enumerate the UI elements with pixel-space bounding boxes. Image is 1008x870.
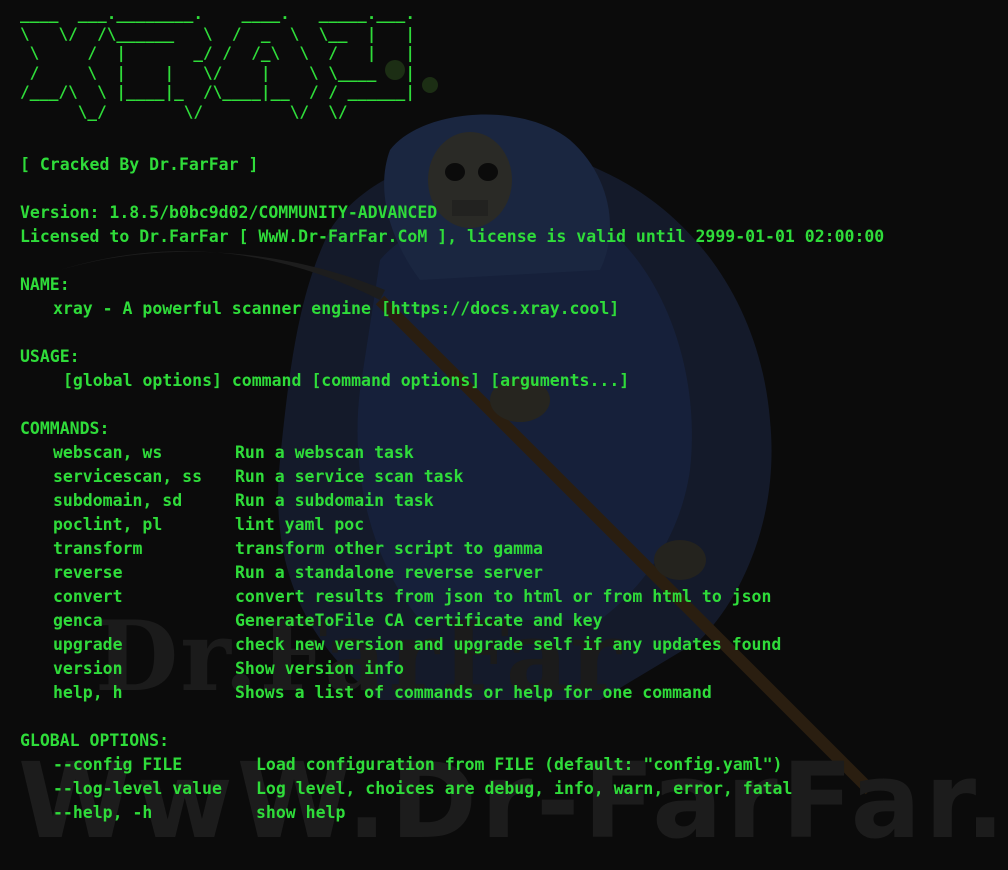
command-name: version [53,659,123,678]
command-desc: convert results from json to html or fro… [235,587,772,606]
command-row: reverse Run a standalone reverse server [20,561,884,585]
crack-note: [ Cracked By Dr.FarFar ] [20,155,259,174]
command-row: servicescan, ss Run a service scan task [20,465,884,489]
option-desc: show help [256,803,346,822]
command-name: genca [53,611,103,630]
option-name: --help, -h [53,803,153,822]
command-desc: Show version info [235,659,404,678]
command-row: transform transform other script to gamm… [20,537,884,561]
license-line: Licensed to Dr.FarFar [ WwW.Dr-FarFar.Co… [20,227,885,246]
command-name: convert [53,587,123,606]
usage-text: [global options] command [command option… [63,371,630,390]
command-desc: Run a subdomain task [235,491,434,510]
option-desc: Load configuration from FILE (default: "… [256,755,783,774]
ascii-logo: ____ ___.________. ____. _____.___. \ \/… [20,4,415,121]
terminal-output: ____ ___.________. ____. _____.___. \ \/… [20,4,884,825]
version-line: Version: 1.8.5/b0bc9d02/COMMUNITY-ADVANC… [20,203,438,222]
command-row: webscan, ws Run a webscan task [20,441,884,465]
command-desc: Run a webscan task [235,443,414,462]
command-name: help, h [53,683,123,702]
name-heading: NAME: [20,275,70,294]
command-row: help, h Shows a list of commands or help… [20,681,884,705]
command-desc: GenerateToFile CA certificate and key [235,611,603,630]
commands-heading: COMMANDS: [20,419,110,438]
command-name: poclint, pl [53,515,163,534]
global-options-heading: GLOBAL OPTIONS: [20,731,170,750]
option-row: --config FILE Load configuration from FI… [20,753,884,777]
command-desc: lint yaml poc [235,515,365,534]
command-row: poclint, pl lint yaml poc [20,513,884,537]
option-row: --help, -h show help [20,801,884,825]
command-desc: Run a service scan task [235,467,464,486]
command-row: genca GenerateToFile CA certificate and … [20,609,884,633]
usage-heading: USAGE: [20,347,80,366]
command-name: transform [53,539,143,558]
command-desc: check new version and upgrade self if an… [235,635,782,654]
command-name: reverse [53,563,123,582]
option-name: --config FILE [53,755,183,774]
command-row: convert convert results from json to htm… [20,585,884,609]
terminal-window: Dr.FarFar WwW.Dr-FarFar.CoM ____ ___.___… [0,0,1008,870]
command-desc: transform other script to gamma [235,539,543,558]
option-desc: Log level, choices are debug, info, warn… [256,779,793,798]
command-name: webscan, ws [53,443,163,462]
command-name: servicescan, ss [53,467,203,486]
command-name: subdomain, sd [53,491,183,510]
command-desc: Run a standalone reverse server [235,563,543,582]
option-name: --log-level value [53,779,222,798]
option-row: --log-level value Log level, choices are… [20,777,884,801]
command-row: upgrade check new version and upgrade se… [20,633,884,657]
command-row: version Show version info [20,657,884,681]
command-row: subdomain, sd Run a subdomain task [20,489,884,513]
command-name: upgrade [53,635,123,654]
name-text: xray - A powerful scanner engine [https:… [53,299,620,318]
command-desc: Shows a list of commands or help for one… [235,683,712,702]
